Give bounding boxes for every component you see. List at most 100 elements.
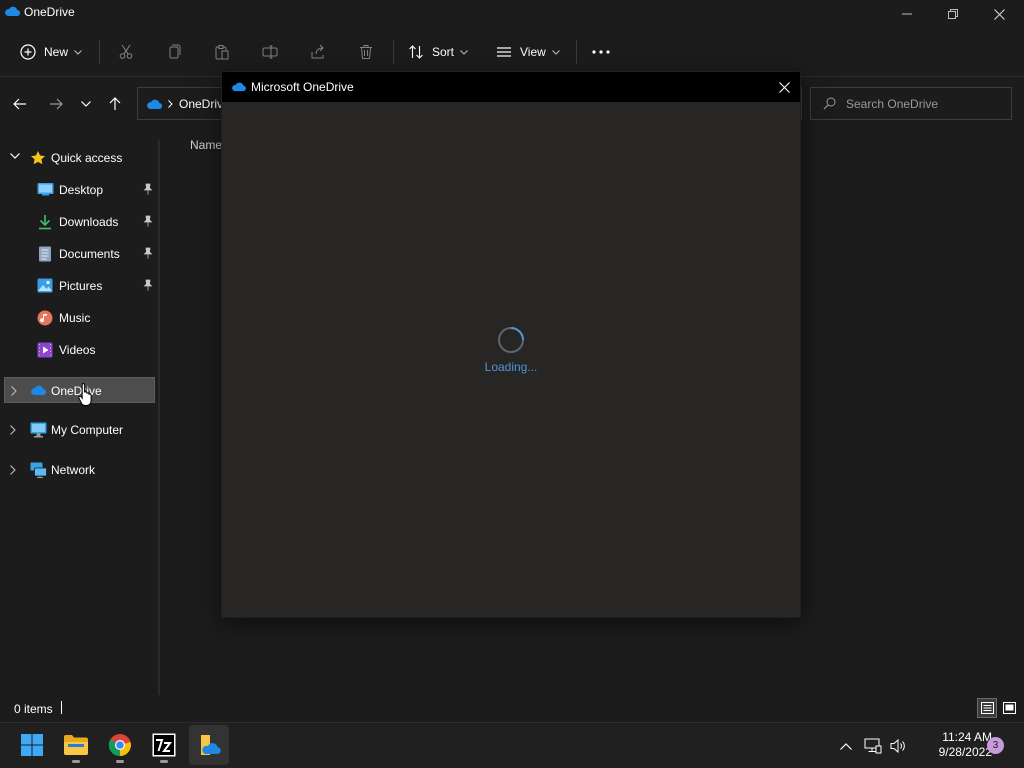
chevron-right-icon[interactable] — [10, 465, 16, 475]
onedrive-app-icon — [201, 735, 221, 755]
chevron-down-icon[interactable] — [10, 153, 20, 159]
tiles-view-button[interactable] — [999, 698, 1019, 718]
network-status-button[interactable] — [862, 736, 884, 756]
taskbar: 11:24 AM 9/28/2022 3 — [0, 722, 1024, 768]
recent-locations-button[interactable] — [72, 90, 100, 118]
minimize-button[interactable] — [884, 0, 930, 28]
loading-text: Loading... — [484, 360, 538, 374]
network-icon — [30, 462, 47, 478]
onedrive-cloud-icon — [231, 81, 246, 92]
taskbar-file-explorer[interactable] — [56, 725, 96, 765]
taskbar-7zip[interactable] — [144, 725, 184, 765]
paste-button[interactable] — [214, 36, 230, 68]
chrome-icon — [108, 734, 131, 757]
up-button[interactable] — [101, 90, 129, 118]
chevron-right-icon[interactable] — [10, 425, 16, 435]
chevron-right-icon — [168, 99, 173, 108]
chevron-down-icon — [81, 101, 91, 107]
start-button[interactable] — [12, 725, 52, 765]
rename-button[interactable] — [262, 36, 278, 68]
back-button[interactable] — [6, 90, 34, 118]
delete-button[interactable] — [358, 36, 374, 68]
search-box[interactable]: Search OneDrive — [810, 87, 1012, 120]
title-bar: OneDrive — [0, 0, 1024, 28]
sidebar-item-documents[interactable]: Documents — [4, 241, 155, 267]
share-button[interactable] — [310, 36, 326, 68]
sidebar-item-quick-access[interactable]: Quick access — [4, 145, 155, 171]
star-icon — [30, 150, 46, 166]
sidebar-item-label: Documents — [59, 247, 120, 261]
close-window-button[interactable] — [976, 0, 1022, 28]
sidebar-item-label: Pictures — [59, 279, 103, 293]
new-button[interactable]: New — [20, 36, 82, 68]
copy-icon — [169, 44, 181, 59]
forward-button[interactable] — [42, 90, 70, 118]
dialog-title: Microsoft OneDrive — [251, 80, 354, 94]
dialog-close-button[interactable] — [772, 75, 796, 99]
sidebar-item-label: OneDrive — [51, 384, 102, 398]
notification-badge[interactable]: 3 — [987, 737, 1004, 754]
arrow-right-icon — [50, 98, 63, 110]
folder-icon — [64, 735, 88, 755]
details-view-button[interactable] — [977, 698, 997, 718]
windows-logo-icon — [21, 734, 43, 756]
sort-button[interactable]: Sort — [408, 36, 468, 68]
pin-icon — [143, 215, 153, 227]
volume-button[interactable] — [887, 736, 909, 756]
system-clock[interactable]: 11:24 AM 9/28/2022 — [912, 730, 992, 760]
view-list-icon — [497, 47, 511, 57]
share-icon — [311, 44, 324, 59]
sidebar-item-label: Network — [51, 463, 96, 477]
view-button[interactable]: View — [496, 36, 560, 68]
sidebar-item-pictures[interactable]: Pictures — [4, 273, 155, 299]
sort-label: Sort — [432, 45, 455, 59]
more-horizontal-icon — [592, 50, 610, 54]
sidebar-item-label: Music — [59, 311, 91, 325]
pin-icon — [143, 279, 153, 291]
new-label: New — [44, 45, 69, 59]
sidebar-item-my-computer[interactable]: My Computer — [4, 417, 155, 443]
downloads-icon — [37, 214, 53, 230]
search-placeholder: Search OneDrive — [846, 96, 939, 111]
scissors-icon — [119, 44, 133, 59]
onedrive-cloud-icon — [146, 98, 162, 110]
running-indicator — [72, 760, 80, 763]
cut-button[interactable] — [118, 36, 134, 68]
toolbar-separator — [99, 40, 100, 64]
sidebar-item-desktop[interactable]: Desktop — [4, 177, 155, 203]
arrow-left-icon — [13, 98, 26, 110]
sidebar-item-downloads[interactable]: Downloads — [4, 209, 155, 235]
restore-button[interactable] — [930, 0, 976, 28]
taskbar-chrome[interactable] — [100, 725, 140, 765]
tiles-view-icon — [1002, 702, 1016, 714]
taskbar-onedrive-app[interactable] — [189, 725, 229, 765]
chevron-right-icon[interactable] — [11, 386, 17, 396]
sort-icon — [409, 45, 423, 59]
rename-icon — [262, 45, 278, 59]
network-monitor-icon — [864, 738, 882, 754]
sidebar-item-network[interactable]: Network — [4, 457, 155, 483]
sidebar-splitter[interactable] — [158, 140, 160, 695]
sidebar-item-videos[interactable]: Videos — [4, 337, 155, 363]
sidebar-item-label: Videos — [59, 343, 96, 357]
details-view-icon — [980, 702, 994, 714]
view-label: View — [520, 45, 546, 59]
show-hidden-icons-button[interactable] — [835, 736, 857, 756]
paste-icon — [215, 45, 229, 60]
copy-button[interactable] — [166, 36, 182, 68]
toolbar-separator — [393, 40, 394, 64]
onedrive-dialog: Microsoft OneDrive Loading... — [221, 71, 801, 618]
seven-zip-icon — [152, 733, 176, 757]
minimize-icon — [902, 13, 912, 15]
more-options-button[interactable] — [592, 36, 610, 68]
desktop-icon — [37, 182, 54, 196]
column-header-name[interactable]: Name — [190, 138, 222, 152]
onedrive-cloud-icon — [4, 5, 20, 17]
dialog-title-bar[interactable]: Microsoft OneDrive — [222, 72, 800, 102]
status-divider — [61, 701, 62, 714]
window-title: OneDrive — [24, 5, 75, 19]
chevron-down-icon — [74, 49, 82, 55]
sidebar-item-music[interactable]: Music — [4, 305, 155, 331]
item-count: 0 items — [14, 702, 53, 716]
videos-icon — [37, 342, 53, 358]
